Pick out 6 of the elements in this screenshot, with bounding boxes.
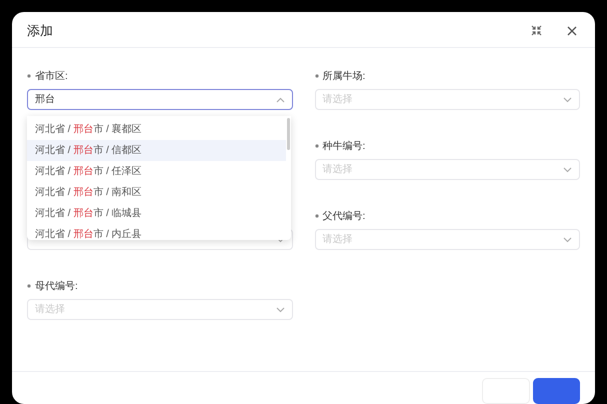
- dialog-title: 添加: [27, 22, 53, 40]
- field-label: 所属牛场:: [322, 70, 366, 84]
- field-label: 省市区:: [35, 70, 68, 84]
- field-label: 父代编号:: [322, 210, 366, 224]
- field-label: 种牛编号:: [322, 140, 366, 154]
- field-label: 母代编号:: [35, 280, 78, 294]
